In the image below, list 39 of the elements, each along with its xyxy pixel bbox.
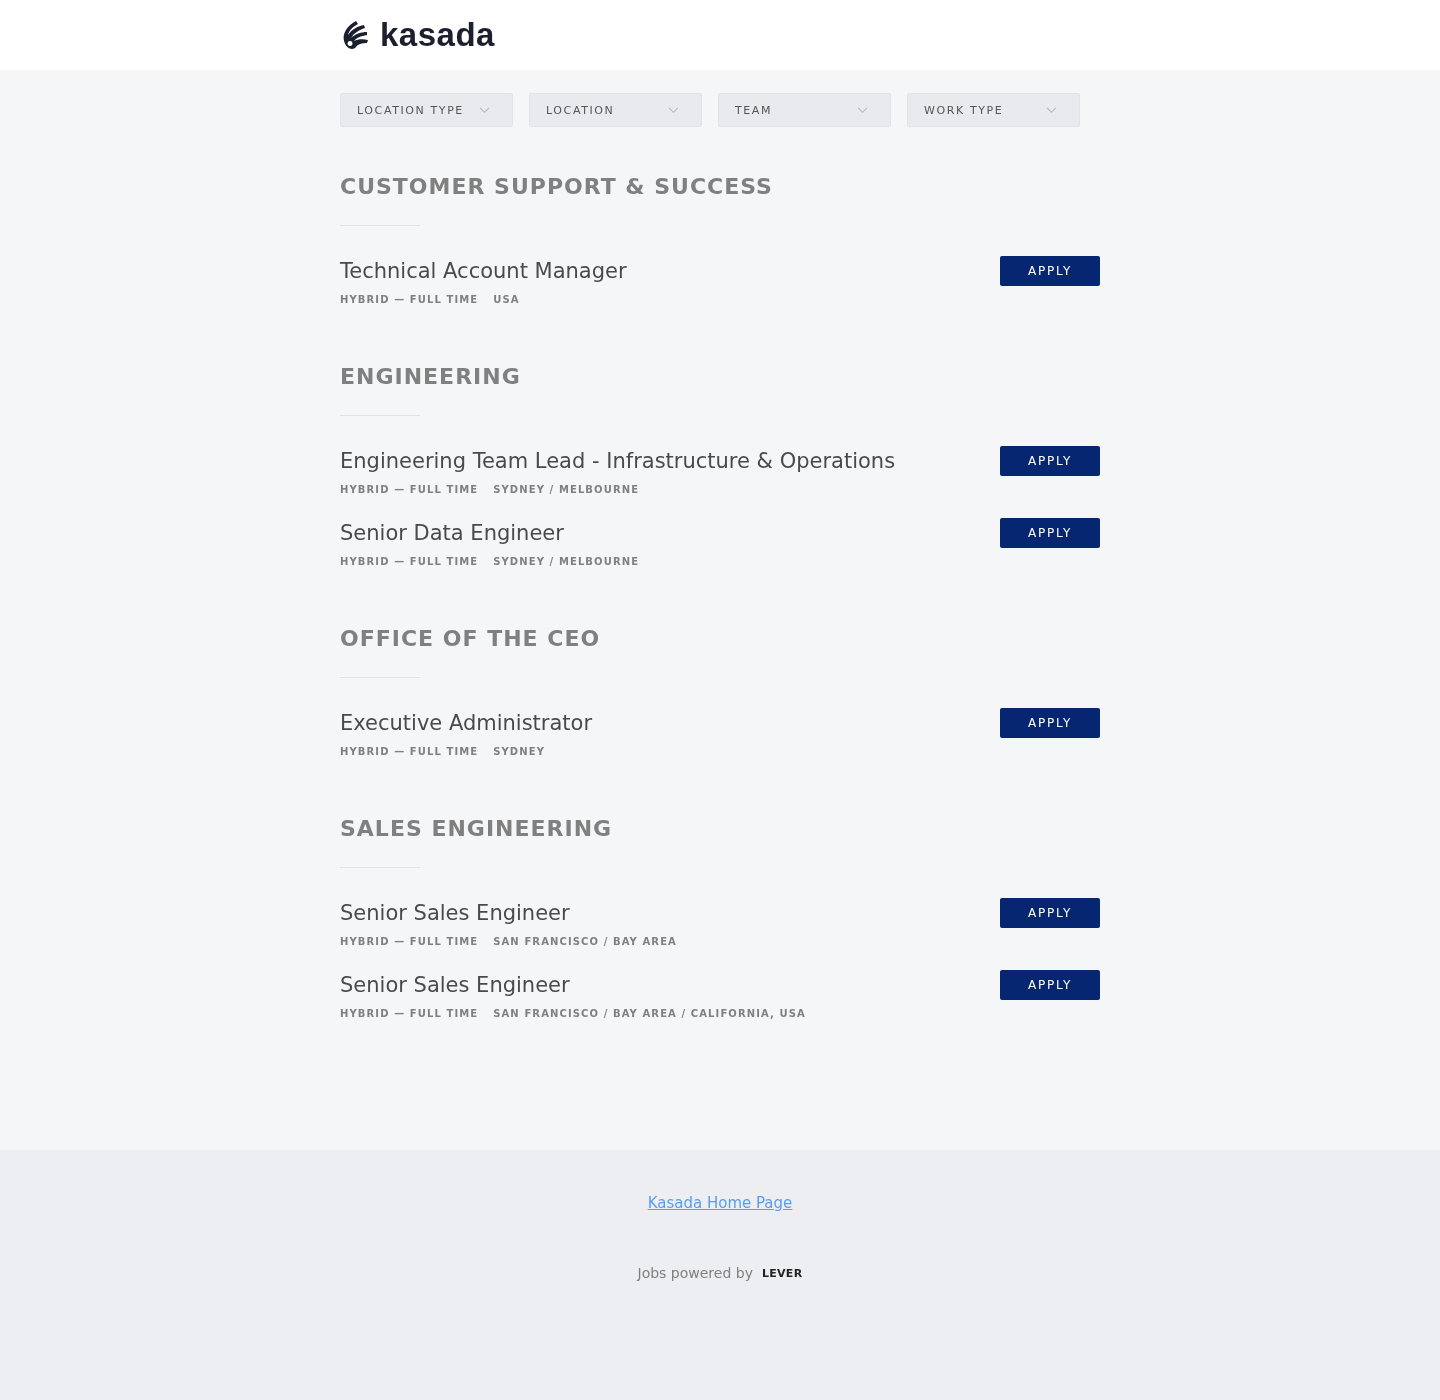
section-heading: CUSTOMER SUPPORT & SUCCESS xyxy=(340,173,774,201)
lever-logo[interactable]: LEVER xyxy=(761,1266,803,1280)
apply-button[interactable]: APPLY xyxy=(1000,970,1100,1000)
logo-wordmark[interactable]: kasada xyxy=(380,16,495,54)
job-title-link[interactable]: Senior Data Engineer xyxy=(340,518,640,548)
chevron-down-icon xyxy=(1046,106,1057,114)
job-commitment: HYBRID — FULL TIME xyxy=(340,555,479,569)
job-location: SYDNEY xyxy=(493,745,545,759)
section-heading: OFFICE OF THE CEO xyxy=(340,625,602,653)
apply-button[interactable]: APPLY xyxy=(1000,446,1100,476)
job-title-link[interactable]: Senior Sales Engineer xyxy=(340,898,677,928)
job-location: SAN FRANCISCO / BAY AREA / CALIFORNIA, USA xyxy=(493,1007,806,1021)
job-title-link[interactable]: Technical Account Manager xyxy=(340,256,627,286)
job-location: SYDNEY / MELBOURNE xyxy=(493,555,640,569)
job-commitment: HYBRID — FULL TIME xyxy=(340,935,479,949)
job-location: SAN FRANCISCO / BAY AREA xyxy=(493,935,677,949)
job-location: USA xyxy=(493,293,520,307)
job-commitment: HYBRID — FULL TIME xyxy=(340,1007,479,1021)
filter-dropdown[interactable]: LOCATION TYPE xyxy=(340,93,513,127)
job-title-link[interactable]: Senior Sales Engineer xyxy=(340,970,806,1000)
section-heading: ENGINEERING xyxy=(340,363,522,391)
filter-dropdown[interactable]: LOCATION xyxy=(529,93,702,127)
job-title-link[interactable]: Engineering Team Lead - Infrastructure & Operations xyxy=(340,446,896,476)
apply-button[interactable]: APPLY xyxy=(1000,256,1100,286)
job-commitment: HYBRID — FULL TIME xyxy=(340,293,479,307)
apply-button[interactable]: APPLY xyxy=(1000,708,1100,738)
section-heading: SALES ENGINEERING xyxy=(340,815,614,843)
chevron-down-icon xyxy=(479,106,490,114)
powered-by-text: Jobs powered by xyxy=(637,1265,753,1281)
filter-dropdown[interactable]: WORK TYPE xyxy=(907,93,1080,127)
job-location: SYDNEY / MELBOURNE xyxy=(493,483,640,497)
job-title-link[interactable]: Executive Administrator xyxy=(340,708,593,738)
job-commitment: HYBRID — FULL TIME xyxy=(340,745,479,759)
apply-button[interactable]: APPLY xyxy=(1000,518,1100,548)
job-commitment: HYBRID — FULL TIME xyxy=(340,483,479,497)
chevron-down-icon xyxy=(668,106,679,114)
apply-button[interactable]: APPLY xyxy=(1000,898,1100,928)
filter-dropdown[interactable]: TEAM xyxy=(718,93,891,127)
chevron-down-icon xyxy=(857,106,868,114)
